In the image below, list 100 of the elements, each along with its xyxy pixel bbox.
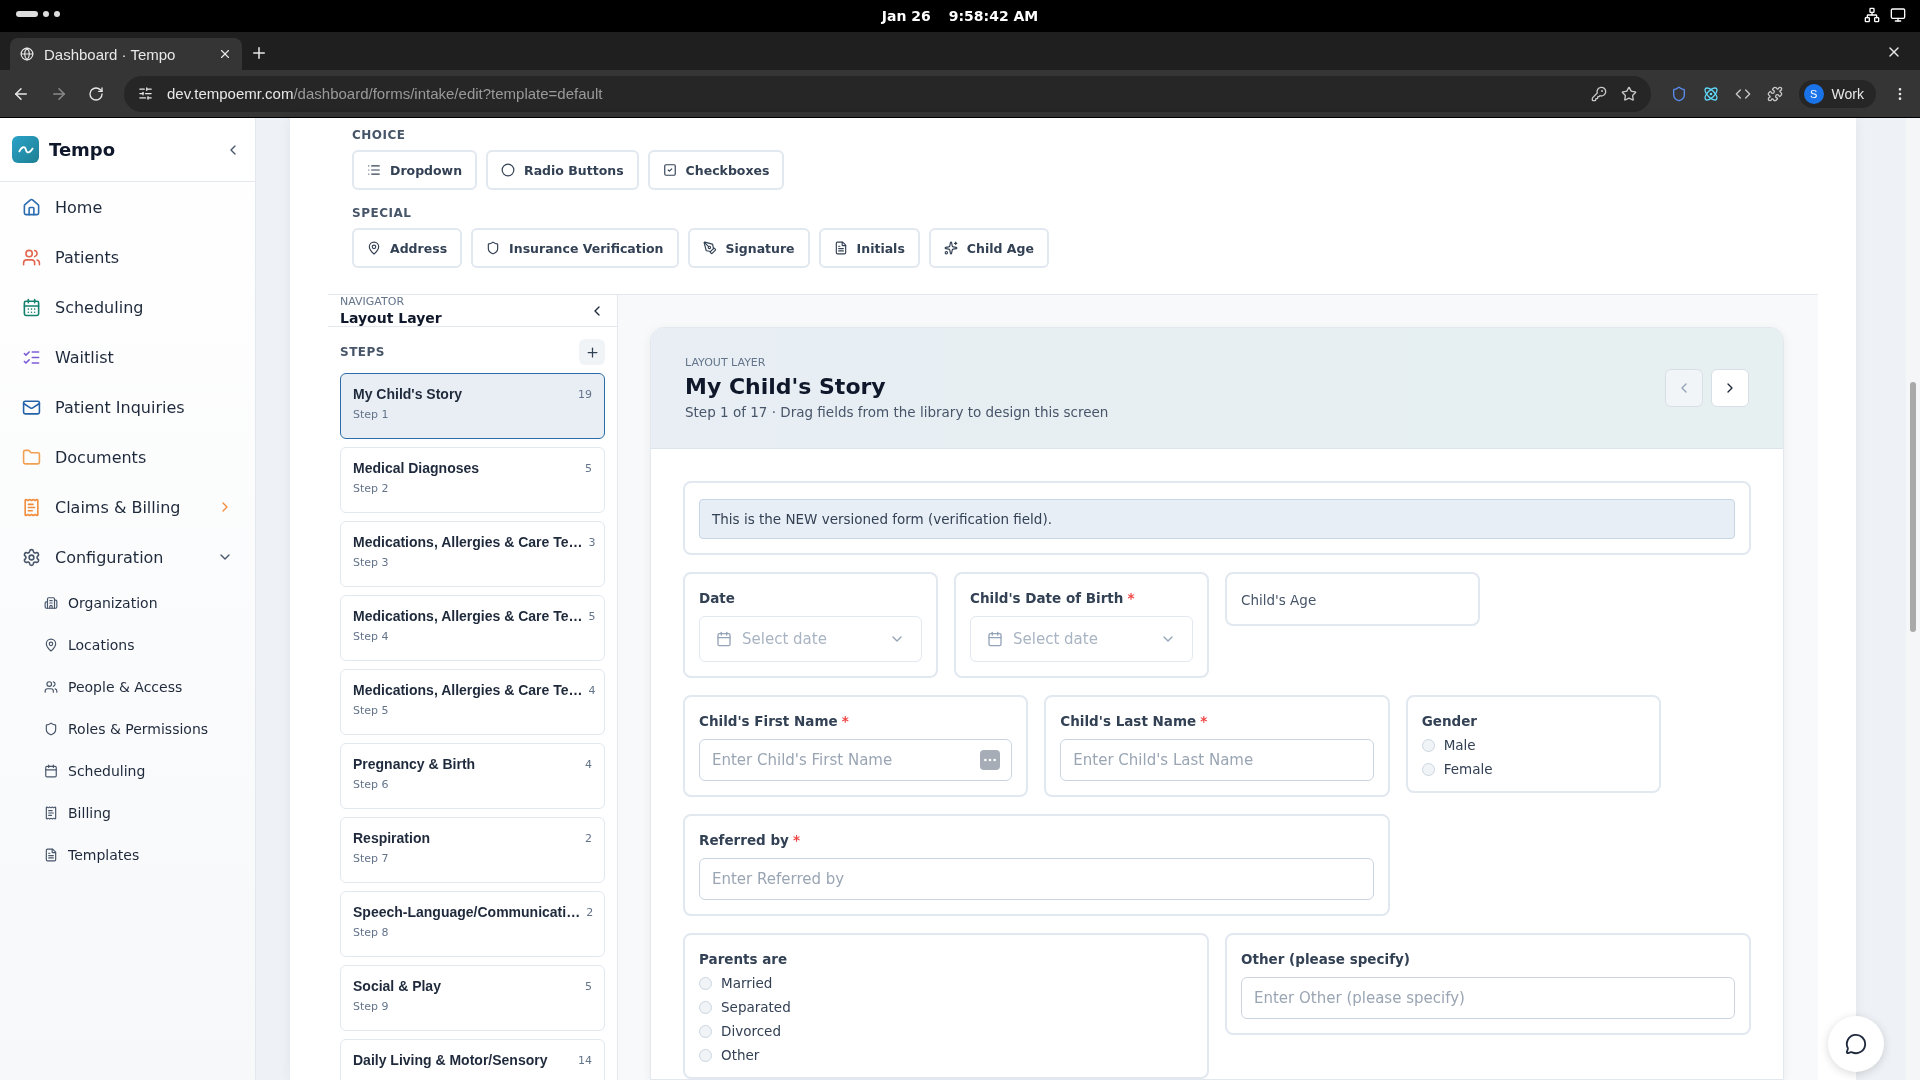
radio-button[interactable] bbox=[699, 1000, 712, 1014]
steps-heading: STEPS bbox=[340, 345, 386, 359]
sidebar-item[interactable]: Home bbox=[10, 182, 245, 232]
field-type-button[interactable]: Checkboxes bbox=[647, 150, 785, 190]
chat-button[interactable] bbox=[1828, 1016, 1884, 1072]
field-type-button[interactable]: Radio Buttons bbox=[486, 150, 639, 190]
step-title: Medical Diagnoses bbox=[353, 460, 481, 476]
input-field[interactable]: Enter Child's First Name bbox=[699, 739, 1013, 781]
field-type-button[interactable]: Insurance Verification bbox=[471, 228, 679, 268]
input-field[interactable]: Enter Child's Last Name bbox=[1060, 739, 1374, 781]
field-label: Parents are bbox=[699, 951, 789, 967]
nav-icon bbox=[22, 297, 41, 317]
add-step-button[interactable] bbox=[579, 339, 605, 365]
step-item[interactable]: Medications, Allergies & Care Te… 3 Step 3 bbox=[340, 521, 605, 587]
sidebar-item[interactable]: Patients bbox=[10, 232, 245, 282]
address-bar[interactable]: dev.tempoemr.com/dashboard/forms/intake/edit?template=default bbox=[124, 75, 1651, 112]
sidebar-subitem[interactable]: People & Access bbox=[10, 666, 245, 708]
field-label: Referred by * bbox=[699, 832, 801, 848]
field-type-button[interactable]: Signature bbox=[687, 228, 810, 268]
radio-label: Other bbox=[721, 1047, 760, 1063]
chat-icon bbox=[1845, 1033, 1867, 1055]
puzzle-icon[interactable] bbox=[1766, 85, 1783, 102]
field-label: Child's Last Name * bbox=[1060, 713, 1209, 729]
step-title: Medications, Allergies & Care Te… bbox=[353, 682, 583, 698]
field-label: Gender bbox=[1421, 713, 1478, 729]
radio-label: Male bbox=[1443, 737, 1476, 753]
step-item[interactable]: Daily Living & Motor/Sensory 14 bbox=[340, 1039, 605, 1080]
nav-icon bbox=[44, 638, 58, 652]
sidebar-subitem[interactable]: Billing bbox=[10, 792, 245, 834]
field-label: Other (please specify) bbox=[1241, 951, 1411, 967]
new-tab-icon[interactable] bbox=[250, 44, 268, 62]
step-item[interactable]: Pregnancy & Birth 4 Step 6 bbox=[340, 743, 605, 809]
star-icon[interactable] bbox=[1620, 85, 1637, 102]
input-field[interactable]: Enter Other (please specify) bbox=[1241, 977, 1735, 1019]
radio-label: Married bbox=[721, 975, 773, 991]
step-number: Step 7 bbox=[353, 852, 390, 865]
step-item[interactable]: Medications, Allergies & Care Te… 4 Step 5 bbox=[340, 669, 605, 735]
field-label: Date bbox=[699, 590, 736, 606]
scrollbar[interactable] bbox=[1906, 118, 1920, 1080]
step-item[interactable]: Social & Play 5 Step 9 bbox=[340, 965, 605, 1031]
reload-icon[interactable] bbox=[88, 85, 104, 102]
step-count: 5 bbox=[585, 461, 592, 475]
step-title: Medications, Allergies & Care Te… bbox=[353, 534, 583, 550]
sidebar-item[interactable]: Waitlist bbox=[10, 332, 245, 382]
step-number: Step 2 bbox=[353, 482, 390, 495]
browser-tab[interactable]: Dashboard · Tempo bbox=[10, 38, 242, 70]
step-item[interactable]: Speech-Language/Communicati… 2 Step 8 bbox=[340, 891, 605, 957]
field-type-button[interactable]: Address bbox=[352, 228, 463, 268]
site-settings-icon[interactable] bbox=[138, 86, 153, 101]
canvas-subtitle: Step 1 of 17 · Drag fields from the library to design this screen bbox=[685, 404, 1110, 420]
step-count: 14 bbox=[578, 1053, 592, 1067]
step-item[interactable]: My Child's Story 19 Step 1 bbox=[340, 373, 605, 439]
sidebar-subitem[interactable]: Locations bbox=[10, 624, 245, 666]
sidebar-item[interactable]: Claims & Billing bbox=[10, 482, 245, 532]
step-number: Step 5 bbox=[353, 704, 390, 717]
radio-button[interactable] bbox=[699, 976, 712, 990]
sidebar-subitem[interactable]: Roles & Permissions bbox=[10, 708, 245, 750]
canvas-title: My Child's Story bbox=[685, 374, 887, 399]
sidebar-subitem[interactable]: Scheduling bbox=[10, 750, 245, 792]
step-item[interactable]: Medications, Allergies & Care Te… 5 Step 4 bbox=[340, 595, 605, 661]
key-icon[interactable] bbox=[1590, 85, 1607, 102]
step-count: 3 bbox=[588, 535, 596, 549]
canvas-eyebrow: LAYOUT LAYER bbox=[685, 356, 767, 369]
radio-button[interactable] bbox=[1421, 738, 1435, 752]
field-type-button[interactable]: Dropdown bbox=[352, 150, 478, 190]
panel-eyebrow: NAVIGATOR bbox=[340, 295, 406, 308]
nav-icon bbox=[22, 247, 41, 267]
field-type-button[interactable]: Child Age bbox=[928, 228, 1049, 268]
atom-icon[interactable] bbox=[1702, 85, 1719, 102]
nav-icon bbox=[22, 447, 41, 467]
field-type-icon bbox=[501, 163, 516, 177]
step-title: Daily Living & Motor/Sensory bbox=[353, 1052, 549, 1068]
sidebar-item[interactable]: Documents bbox=[10, 432, 245, 482]
radio-label: Divorced bbox=[721, 1023, 781, 1039]
step-title: My Child's Story bbox=[353, 386, 464, 402]
radio-button[interactable] bbox=[699, 1048, 712, 1062]
step-count: 5 bbox=[585, 979, 592, 993]
radio-button[interactable] bbox=[1421, 762, 1435, 776]
sidebar-item[interactable]: Scheduling bbox=[10, 282, 245, 332]
field-label: Child's Date of Birth * bbox=[970, 590, 1136, 606]
step-item[interactable]: Respiration 2 Step 7 bbox=[340, 817, 605, 883]
shield-icon[interactable] bbox=[1670, 85, 1687, 102]
sidebar-subitem[interactable]: Templates bbox=[10, 834, 245, 876]
profile-button[interactable]: S Work bbox=[1798, 79, 1876, 108]
step-title: Respiration bbox=[353, 830, 431, 846]
field-type-button[interactable]: Initials bbox=[818, 228, 920, 268]
input-field[interactable]: Enter Referred by bbox=[699, 858, 1374, 900]
sidebar-item[interactable]: Patient Inquiries bbox=[10, 382, 245, 432]
status-time: 9:58:42 AM bbox=[948, 8, 1039, 24]
section-title: CHOICE bbox=[352, 128, 407, 142]
field-type-icon bbox=[662, 163, 677, 177]
step-number: Step 6 bbox=[353, 778, 390, 791]
field-type-icon bbox=[702, 241, 717, 255]
sidebar-item[interactable]: Configuration bbox=[10, 532, 245, 582]
close-icon[interactable] bbox=[218, 47, 232, 61]
step-count: 2 bbox=[585, 831, 592, 845]
step-number: Step 9 bbox=[353, 1000, 390, 1013]
step-item[interactable]: Medical Diagnoses 5 Step 2 bbox=[340, 447, 605, 513]
sidebar-subitem[interactable]: Organization bbox=[10, 582, 245, 624]
radio-button[interactable] bbox=[699, 1024, 712, 1038]
